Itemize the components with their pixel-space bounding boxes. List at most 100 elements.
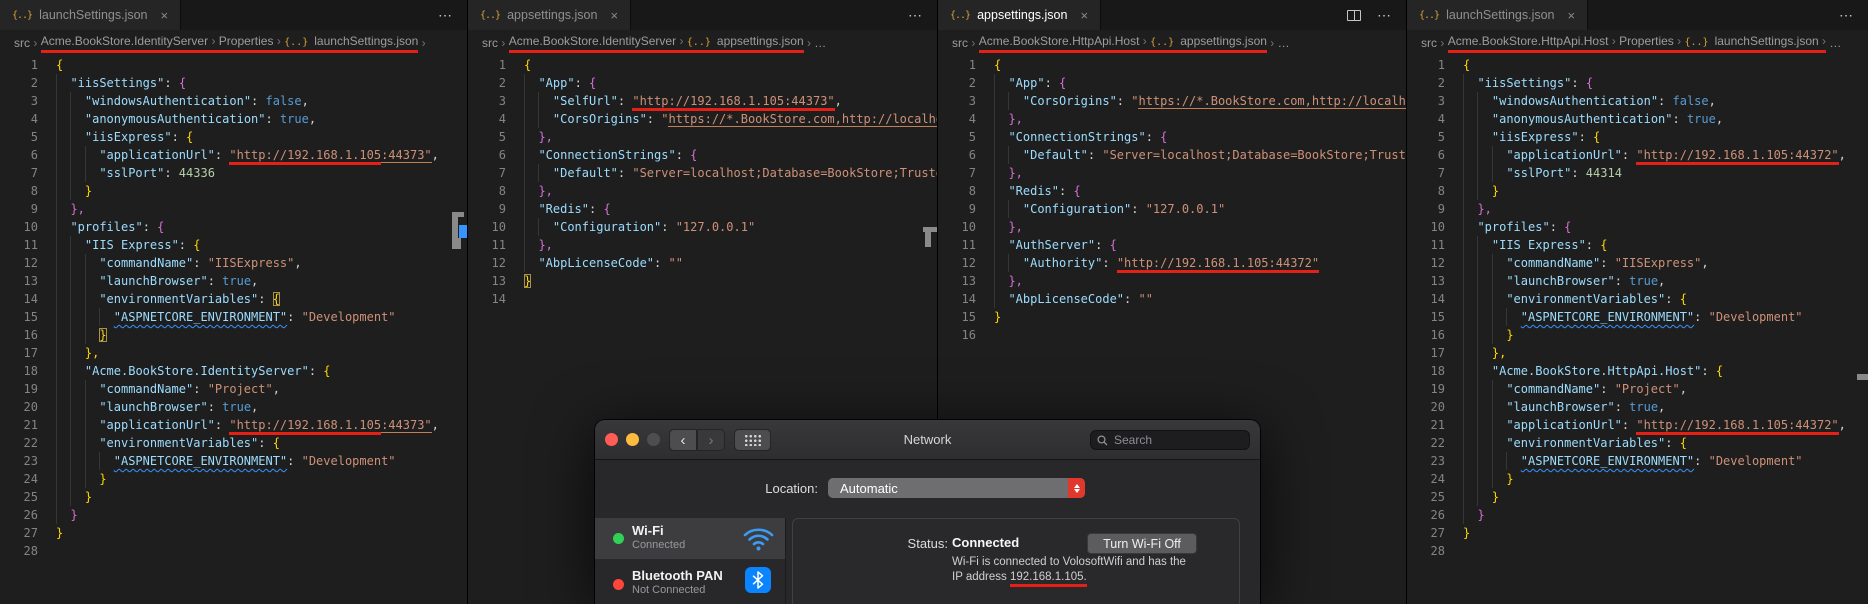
code-line: 5 "iisExpress": { [30,128,194,146]
code-line: 4 "anonymousAuthentication": true, [30,110,317,128]
breadcrumb[interactable]: src › Acme.BookStore.IdentityServer › Pr… [0,30,467,56]
code-line: 9}, [30,200,85,218]
code-line: 8 "Redis": { [968,182,1081,200]
search-input[interactable] [1112,432,1232,448]
code-line: 18 "Acme.BookStore.HttpApi.Host": { [1430,362,1724,380]
service-name: Bluetooth PAN [632,568,723,583]
network-preferences-window: ‹ › Network Location: Automatic Wi-Fi Co… [595,420,1260,604]
code-line: 24} [1430,470,1514,488]
code-line: 23 "ASPNETCORE_ENVIRONMENT": "Development… [1430,452,1803,470]
dropdown-stepper-icon [1068,478,1085,498]
code-line: 16} [23,326,107,344]
scrollbar-decoration[interactable] [1857,374,1868,380]
code-line: 1{ [498,58,532,72]
code-line: 3 "SelfUrl": "http://192.168.1.105:44373"… [468,92,937,111]
tab-appsettings-httpapihost[interactable]: {..} appsettings.json × [938,0,1102,30]
code-line: 13}, [961,272,1023,290]
code-line: 12 "AbpLicenseCode": "" [491,254,683,272]
code-line: 27} [23,526,64,540]
code-line: 7 "Default": "Server=localhost;Database=B… [498,164,937,182]
code-line: 25} [1430,488,1500,506]
code-line: 11 "AuthServer": { [961,236,1117,254]
scrollbar-decoration[interactable] [452,238,461,249]
code-line: 6 "applicationUrl": "http://192.168.1.105… [1407,146,1868,165]
tabbar-2: {..} appsettings.json × ⋯ [468,0,937,30]
close-icon[interactable]: × [1568,8,1576,23]
code-line: 20 "launchBrowser": true, [23,398,259,416]
code-line: 28 [1430,544,1445,558]
code-line: 4}, [968,110,1023,128]
json-file-icon: {..} [480,9,501,21]
code-line: 15 "ASPNETCORE_ENVIRONMENT": "Development… [1430,308,1803,326]
screen: {..} launchSettings.json × ⋯ src › Acme.… [0,0,1868,604]
status-dot-red [613,579,624,590]
code-editor-1[interactable]: 1{2 "iisSettings": {3 "windowsAuthenticati… [0,56,467,604]
code-line: 2 "App": { [498,74,597,92]
json-file-icon: {..} [1419,9,1440,21]
code-line: 7}, [968,164,1023,182]
location-dropdown[interactable]: Automatic [828,478,1085,498]
location-value: Automatic [840,480,898,496]
code-line: 24} [23,470,107,488]
code-line: 6 "ConnectionStrings": { [498,146,698,164]
breadcrumb[interactable]: src › Acme.BookStore.HttpApi.Host › Prop… [1407,30,1868,56]
code-line: 14 [491,292,506,306]
code-line: 3 "windowsAuthentication": false, [1437,92,1716,110]
code-line: 5 "ConnectionStrings": { [968,128,1168,146]
code-line: 20 "launchBrowser": true, [1430,398,1666,416]
status-value: Connected [952,535,1020,550]
more-actions-icon[interactable]: ⋯ [908,7,923,24]
tab-launchsettings-identityserver[interactable]: {..} launchSettings.json × [0,0,182,30]
more-actions-icon[interactable]: ⋯ [1839,7,1854,24]
code-line: 14 "environmentVariables": { [1430,290,1687,308]
code-line: 26} [1430,506,1485,524]
code-line: 1{ [1437,58,1471,72]
more-actions-icon[interactable]: ⋯ [438,7,453,24]
status-label: Status: [907,536,948,551]
code-line: 7 "sslPort": 44336 [30,164,215,182]
code-line: 27} [1430,526,1471,540]
tab-appsettings-identityserver[interactable]: {..} appsettings.json × [468,0,632,30]
code-line: 8} [1437,182,1500,200]
close-icon[interactable]: × [610,8,618,23]
code-line: 12 "commandName": "IISExpress", [23,254,302,272]
code-line: 17}, [23,344,100,362]
editor-pane-4: {..} launchSettings.json × ⋯ src › Acme.… [1407,0,1868,604]
location-label: Location: [765,481,818,496]
tab-label: launchSettings.json [39,8,148,22]
connection-description-line2: IP address 192.168.1.105. [952,571,1087,587]
breadcrumb[interactable]: src › Acme.BookStore.IdentityServer › {.… [468,30,937,56]
list-item-wifi[interactable]: Wi-Fi Connected [595,518,785,559]
code-line: 8} [30,182,93,200]
tabbar-1: {..} launchSettings.json × ⋯ [0,0,467,30]
split-editor-icon[interactable] [1347,9,1361,21]
status-dot-green [613,533,624,544]
code-editor-4[interactable]: 1{ 2 "iisSettings": {3 "windowsAuthenticati… [1407,56,1868,604]
code-line: 9 "Redis": { [498,200,611,218]
close-icon[interactable]: × [161,8,169,23]
breadcrumb-annotated: Acme.BookStore.IdentityServer › Properti… [40,34,419,53]
turn-wifi-off-button[interactable]: Turn Wi-Fi Off [1087,533,1197,554]
search-icon [1097,434,1108,445]
code-line: 6 "Default": "Server=localhost;Database=B… [968,146,1406,164]
code-line: 10 "profiles": { [1430,218,1572,236]
code-line: 14 "AbpLicenseCode": "" [961,290,1153,308]
breadcrumb[interactable]: src › Acme.BookStore.HttpApi.Host › {..}… [938,30,1406,56]
scrollbar-decoration[interactable] [925,232,931,247]
more-actions-icon[interactable]: ⋯ [1377,7,1392,24]
code-line: 2 "iisSettings": { [1437,74,1594,92]
breadcrumb-annotated: Acme.BookStore.IdentityServer › {..} app… [508,34,804,53]
json-file-icon: {..} [950,9,971,21]
service-status: Not Connected [632,584,706,596]
close-icon[interactable]: × [1080,8,1088,23]
search-field[interactable] [1090,430,1250,450]
code-line: 10 "Configuration": "127.0.0.1" [491,218,756,236]
code-line: 11 "IIS Express": { [1430,236,1608,254]
ip-address: 192.168.1.105. [1009,571,1087,587]
json-file-icon: {..} [12,9,33,21]
code-line: 2 "App": { [968,74,1067,92]
code-line: 28 [23,544,38,558]
list-item-bluetooth-pan[interactable]: Bluetooth PAN Not Connected [595,559,785,604]
tab-launchsettings-httpapihost[interactable]: {..} launchSettings.json × [1407,0,1589,30]
window-titlebar[interactable]: ‹ › Network [595,420,1260,460]
